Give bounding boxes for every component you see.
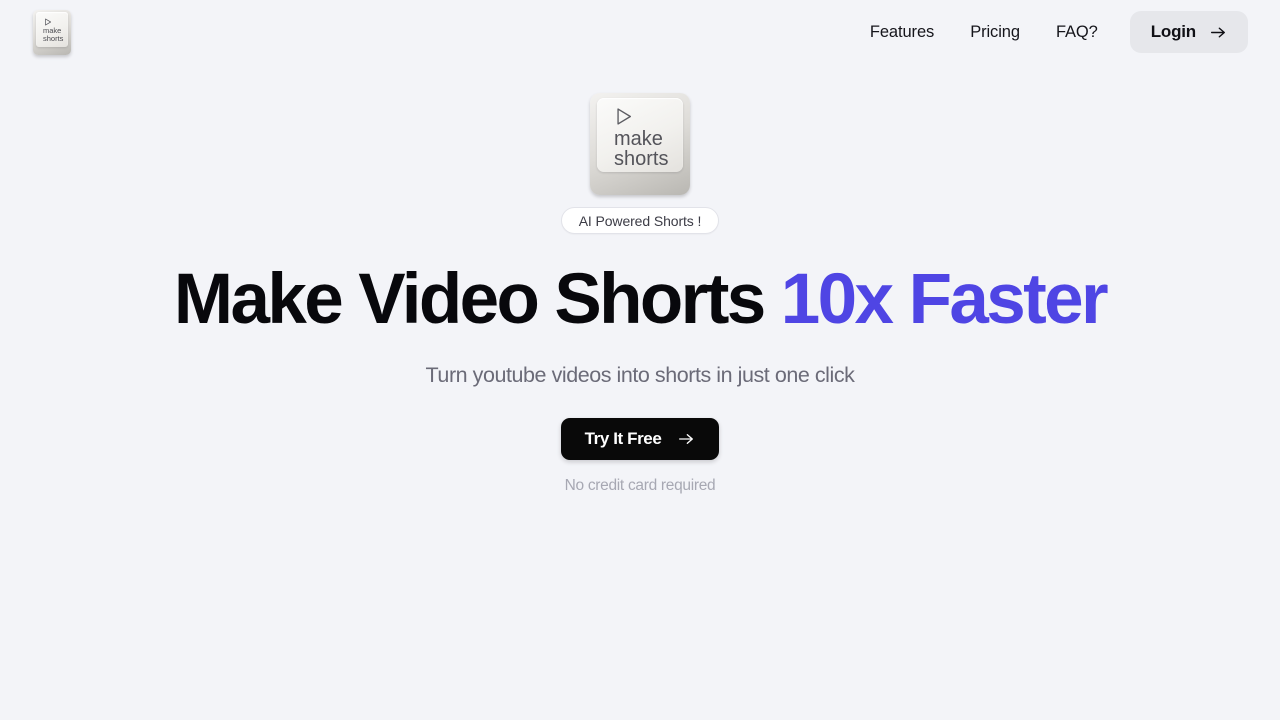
play-triangle-icon	[617, 108, 632, 125]
hero-keycap-icon: make shorts	[590, 93, 690, 195]
headline-accent: 10x Faster	[780, 260, 1109, 339]
logo-keycap-face: make shorts	[36, 11, 68, 47]
logo-keycap-line2: shorts	[43, 33, 64, 43]
main-navigation: Features Pricing FAQ? Login	[870, 11, 1248, 53]
hero-subtitle: Turn youtube videos into shorts in just …	[425, 363, 855, 388]
hero-keycap-line2: shorts	[614, 148, 669, 170]
headline-plain: Make Video Shorts	[173, 260, 781, 339]
site-header: make shorts Features Pricing FAQ? Login	[0, 0, 1280, 64]
hero-keycap-face: make shorts	[597, 98, 683, 172]
nav-link-pricing[interactable]: Pricing	[970, 15, 1020, 50]
brand-logo[interactable]: make shorts	[33, 9, 71, 55]
page-title: Make Video Shorts 10x Faster	[174, 263, 1109, 336]
login-button[interactable]: Login	[1129, 11, 1248, 53]
nav-link-faq[interactable]: FAQ?	[1056, 15, 1098, 50]
arrow-right-icon	[1210, 27, 1226, 37]
nav-link-features[interactable]: Features	[870, 15, 934, 50]
logo-keycap-icon: make shorts	[33, 9, 71, 55]
try-it-free-button[interactable]: Try It Free	[560, 418, 720, 461]
hero-keycap-wrapper: make shorts	[590, 93, 690, 195]
cta-button-label: Try It Free	[584, 429, 662, 449]
hero-section: make shorts AI Powered Shorts ! Make Vid…	[0, 0, 1280, 720]
status-badge: AI Powered Shorts !	[560, 207, 720, 234]
login-button-label: Login	[1150, 22, 1196, 41]
hero-keycap-line1: make	[614, 128, 663, 150]
play-triangle-icon	[45, 18, 52, 25]
cta-fineprint: No credit card required	[564, 477, 716, 495]
arrow-right-icon	[679, 434, 694, 445]
